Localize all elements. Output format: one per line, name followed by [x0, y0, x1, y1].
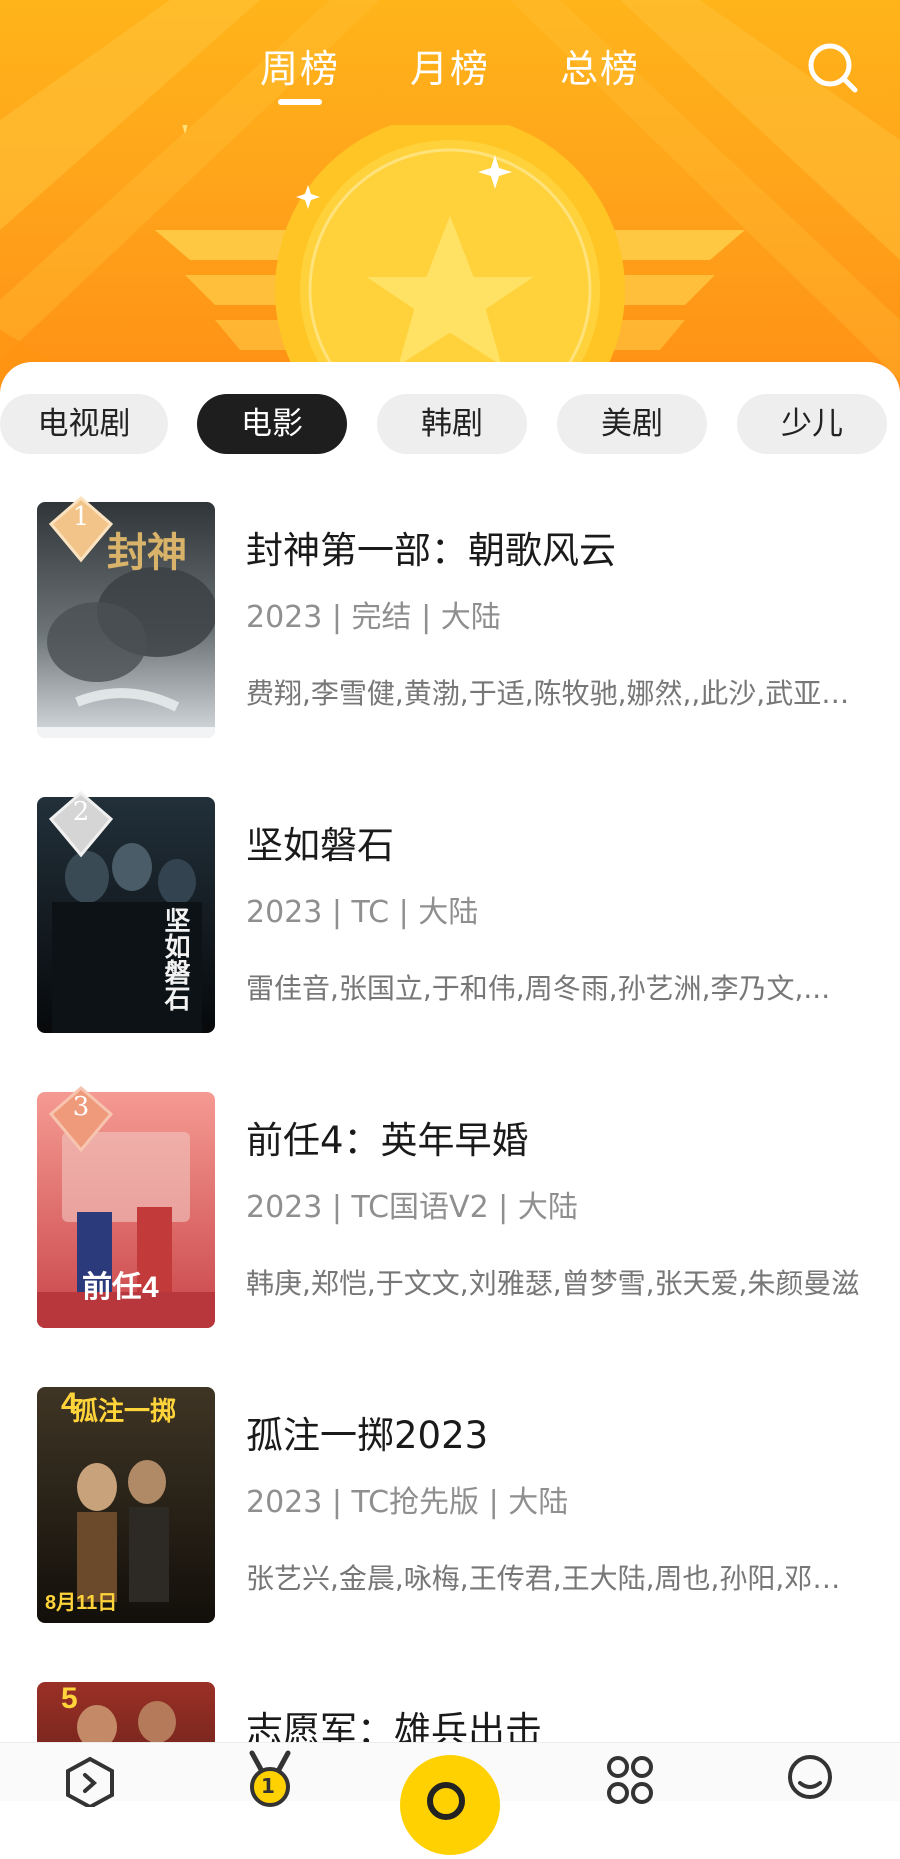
- nav-ranking[interactable]: 1: [230, 1747, 310, 1807]
- list-item[interactable]: 坚如磐石 2 坚如磐石 2023 | TC | 大陆 雷佳音,张国立,于和伟,周…: [0, 791, 900, 1037]
- nav-apps[interactable]: [590, 1747, 670, 1807]
- item-title: 孤注一掷2023: [246, 1414, 489, 1457]
- rank-number: 1: [72, 502, 90, 532]
- poster-text: 封神: [107, 529, 187, 576]
- rank-badge: 4: [45, 1379, 117, 1451]
- list-item[interactable]: 8月11日 孤注一掷 4 孤注一掷2023 2023 | TC抢先版 | 大陆 …: [0, 1387, 900, 1627]
- tab-weekly[interactable]: 周榜: [260, 38, 340, 105]
- item-cast: 张艺兴,金晨,咏梅,王传君,王大陆,周也,孙阳,邓家佳: [246, 1562, 861, 1595]
- item-title: 坚如磐石: [246, 824, 394, 867]
- category-korean-drama[interactable]: 韩剧: [377, 394, 527, 454]
- list-item[interactable]: 5 志愿军：雄兵出击: [0, 1682, 900, 1742]
- item-cast: 韩庚,郑恺,于文文,刘雅瑟,曾梦雪,张天爱,朱颜曼滋: [246, 1267, 860, 1300]
- trophy-medal-illustration: [155, 125, 745, 400]
- rank-number: 3: [72, 1092, 90, 1122]
- nav-medal-badge: 1: [261, 1774, 275, 1798]
- rank-badge: 3: [45, 1084, 117, 1156]
- category-us-drama[interactable]: 美剧: [557, 394, 707, 454]
- item-meta: 2023 | TC抢先版 | 大陆: [246, 1485, 569, 1520]
- search-icon: [808, 43, 858, 93]
- rank-badge: 1: [45, 494, 117, 566]
- rank-number: 5: [61, 1682, 78, 1715]
- item-cast: 费翔,李雪健,黄渤,于适,陈牧驰,娜然,,此沙,武亚凡,王洛勇: [246, 677, 861, 710]
- category-kids[interactable]: 少儿: [737, 394, 887, 454]
- category-chips: 电视剧 电影 韩剧 美剧 少儿: [0, 394, 900, 454]
- item-meta: 2023 | TC国语V2 | 大陆: [246, 1190, 578, 1225]
- poster-text: 坚如磐石: [160, 907, 190, 1011]
- tab-total[interactable]: 总榜: [560, 38, 640, 93]
- rank-number: 2: [72, 797, 90, 827]
- poster-text: 前任4: [82, 1271, 159, 1304]
- item-title: 志愿军：雄兵出击: [246, 1709, 542, 1742]
- item-title: 前任4：英年早婚: [246, 1119, 529, 1162]
- rank-number: 4: [61, 1387, 78, 1420]
- nav-search[interactable]: [400, 1755, 500, 1855]
- rank-tabs: 周榜 月榜 总榜: [0, 38, 900, 108]
- list-item[interactable]: 封神 1 封神第一部：朝歌风云 2023 | 完结 | 大陆 费翔,李雪健,黄渤…: [0, 496, 900, 742]
- item-title: 封神第一部：朝歌风云: [246, 529, 616, 572]
- nav-home[interactable]: [50, 1747, 130, 1810]
- apps-icon: [607, 1756, 653, 1804]
- profile-icon: [788, 1755, 832, 1799]
- chevron-right-icon: [66, 1756, 114, 1810]
- rank-badge: 2: [45, 789, 117, 861]
- tab-monthly[interactable]: 月榜: [410, 38, 490, 93]
- item-meta: 2023 | 完结 | 大陆: [246, 600, 501, 635]
- svg-text:8月11日: 8月11日: [45, 1592, 117, 1614]
- header-banner: 周榜 月榜 总榜: [0, 0, 900, 400]
- search-icon: [427, 1782, 465, 1820]
- rank-badge: 5: [45, 1674, 117, 1742]
- list-item[interactable]: 前任4 3 前任4：英年早婚 2023 | TC国语V2 | 大陆 韩庚,郑恺,…: [0, 1086, 900, 1332]
- content-panel: 电视剧 电影 韩剧 美剧 少儿 封神 1 封神第一部：朝歌风云 2023 | 完…: [0, 362, 900, 1742]
- search-button[interactable]: [805, 40, 861, 96]
- bottom-navigation: 1: [0, 1742, 900, 1855]
- category-movie[interactable]: 电影: [197, 394, 347, 454]
- nav-profile[interactable]: [770, 1747, 850, 1807]
- item-cast: 雷佳音,张国立,于和伟,周冬雨,孙艺洲,李乃文,...: [246, 972, 831, 1005]
- item-meta: 2023 | TC | 大陆: [246, 895, 479, 930]
- category-tv-series[interactable]: 电视剧: [0, 394, 168, 454]
